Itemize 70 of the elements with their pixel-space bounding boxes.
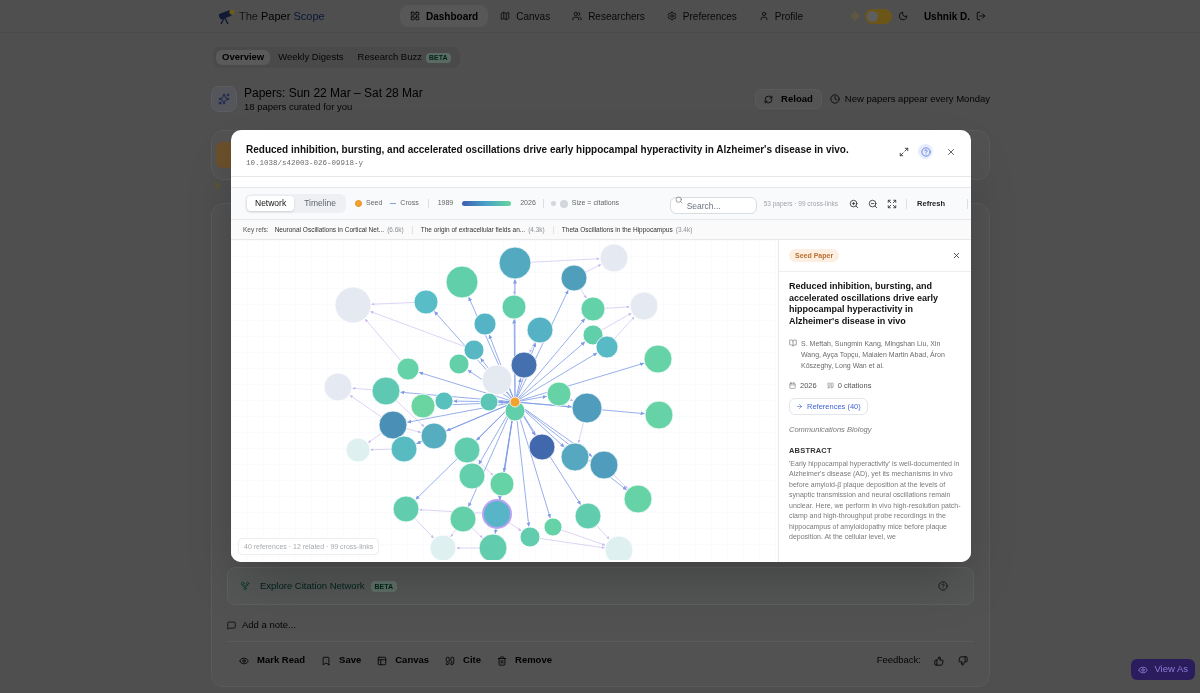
- book-icon: [789, 339, 797, 347]
- note-icon: [227, 620, 236, 630]
- gear-icon: [666, 11, 677, 21]
- feedback-label: Feedback:: [876, 653, 921, 668]
- close-icon[interactable]: [952, 251, 961, 260]
- paper-node[interactable]: [482, 499, 512, 529]
- paper-title: Reduced inhibition, bursting, and accelerated oscillations drive early hippocampal hyperactivity in Alzheimer's disease in vivo: [789, 281, 940, 327]
- user-name: Ushnik D.: [923, 9, 970, 24]
- moon-icon: [897, 11, 908, 21]
- grid-icon: [410, 11, 420, 21]
- page-subtitle: 18 papers curated for you: [244, 100, 354, 113]
- theme-toggle[interactable]: [864, 8, 892, 24]
- calendar-icon: [789, 382, 796, 390]
- map-icon: [500, 11, 511, 21]
- search-icon: [674, 196, 683, 204]
- zoom-in-icon[interactable]: [849, 198, 860, 209]
- quote-icon: [826, 382, 834, 390]
- nav-item[interactable]: Researchers: [562, 5, 655, 27]
- bookmark-icon: [321, 655, 332, 666]
- close-icon[interactable]: [946, 146, 956, 157]
- expand-icon[interactable]: [899, 146, 909, 157]
- nav-item[interactable]: Canvas: [490, 5, 561, 27]
- help-icon[interactable]: [918, 144, 933, 159]
- subtab[interactable]: Overview: [216, 50, 271, 65]
- action-button[interactable]: Save: [316, 649, 367, 672]
- tile-icon: [216, 142, 231, 168]
- subtab[interactable]: Weekly Digests: [272, 50, 350, 65]
- refresh-icon: [764, 94, 774, 104]
- view-tab[interactable]: Timeline: [296, 196, 344, 211]
- cross-link-edge: [569, 398, 574, 402]
- view-as-button[interactable]: View As: [1131, 659, 1195, 680]
- sparkles-icon: [211, 86, 237, 112]
- seed-node[interactable]: [509, 396, 521, 408]
- eye-icon: [239, 655, 249, 666]
- line-icon: [390, 203, 397, 204]
- action-button[interactable]: Canvas: [372, 649, 435, 672]
- quote-icon: [445, 655, 456, 666]
- fit-view-icon[interactable]: [887, 198, 898, 209]
- reload-button[interactable]: Reload: [755, 89, 822, 109]
- nav-item[interactable]: Dashboard: [400, 5, 489, 27]
- sun-icon: [849, 11, 860, 21]
- network-icon: [240, 581, 250, 591]
- eye-icon: [1138, 664, 1149, 675]
- trash-icon: [497, 655, 507, 666]
- layout-icon: [377, 655, 388, 666]
- action-button[interactable]: Cite: [440, 649, 486, 672]
- explore-label: Explore Citation Network: [260, 578, 365, 593]
- users-icon: [572, 11, 583, 21]
- arrow-right-icon: [796, 403, 803, 411]
- schedule-note: New papers appear every Monday: [844, 91, 990, 106]
- view-tab[interactable]: Network: [247, 196, 295, 211]
- user-icon: [758, 11, 769, 21]
- brand-name: The Paper Scope: [239, 8, 325, 24]
- note-field[interactable]: Add a note...: [242, 617, 542, 633]
- page-title: Papers: Sun 22 Mar – Sat 28 Mar: [244, 85, 423, 101]
- telescope-logo-icon: [216, 8, 236, 24]
- nav-item[interactable]: Profile: [748, 5, 814, 27]
- nav-item[interactable]: Preferences: [656, 5, 747, 27]
- thumbs-up-icon[interactable]: [934, 655, 944, 666]
- dialog-title: Reduced inhibition, bursting, and accelerated oscillations drive early hippocampal hyperactivity in Alzheimer's disease in vivo.: [246, 143, 849, 156]
- action-button[interactable]: Remove: [492, 649, 557, 672]
- help-icon[interactable]: [938, 581, 948, 591]
- thumbs-down-icon[interactable]: [958, 655, 968, 666]
- clock-icon: [829, 94, 840, 104]
- logout-icon[interactable]: [976, 11, 986, 21]
- zoom-out-icon[interactable]: [868, 198, 879, 209]
- search-field[interactable]: Search...: [669, 197, 757, 214]
- action-button[interactable]: Mark Read: [234, 649, 311, 672]
- year-gradient-bar: [462, 201, 512, 206]
- sun-icon: [213, 181, 222, 190]
